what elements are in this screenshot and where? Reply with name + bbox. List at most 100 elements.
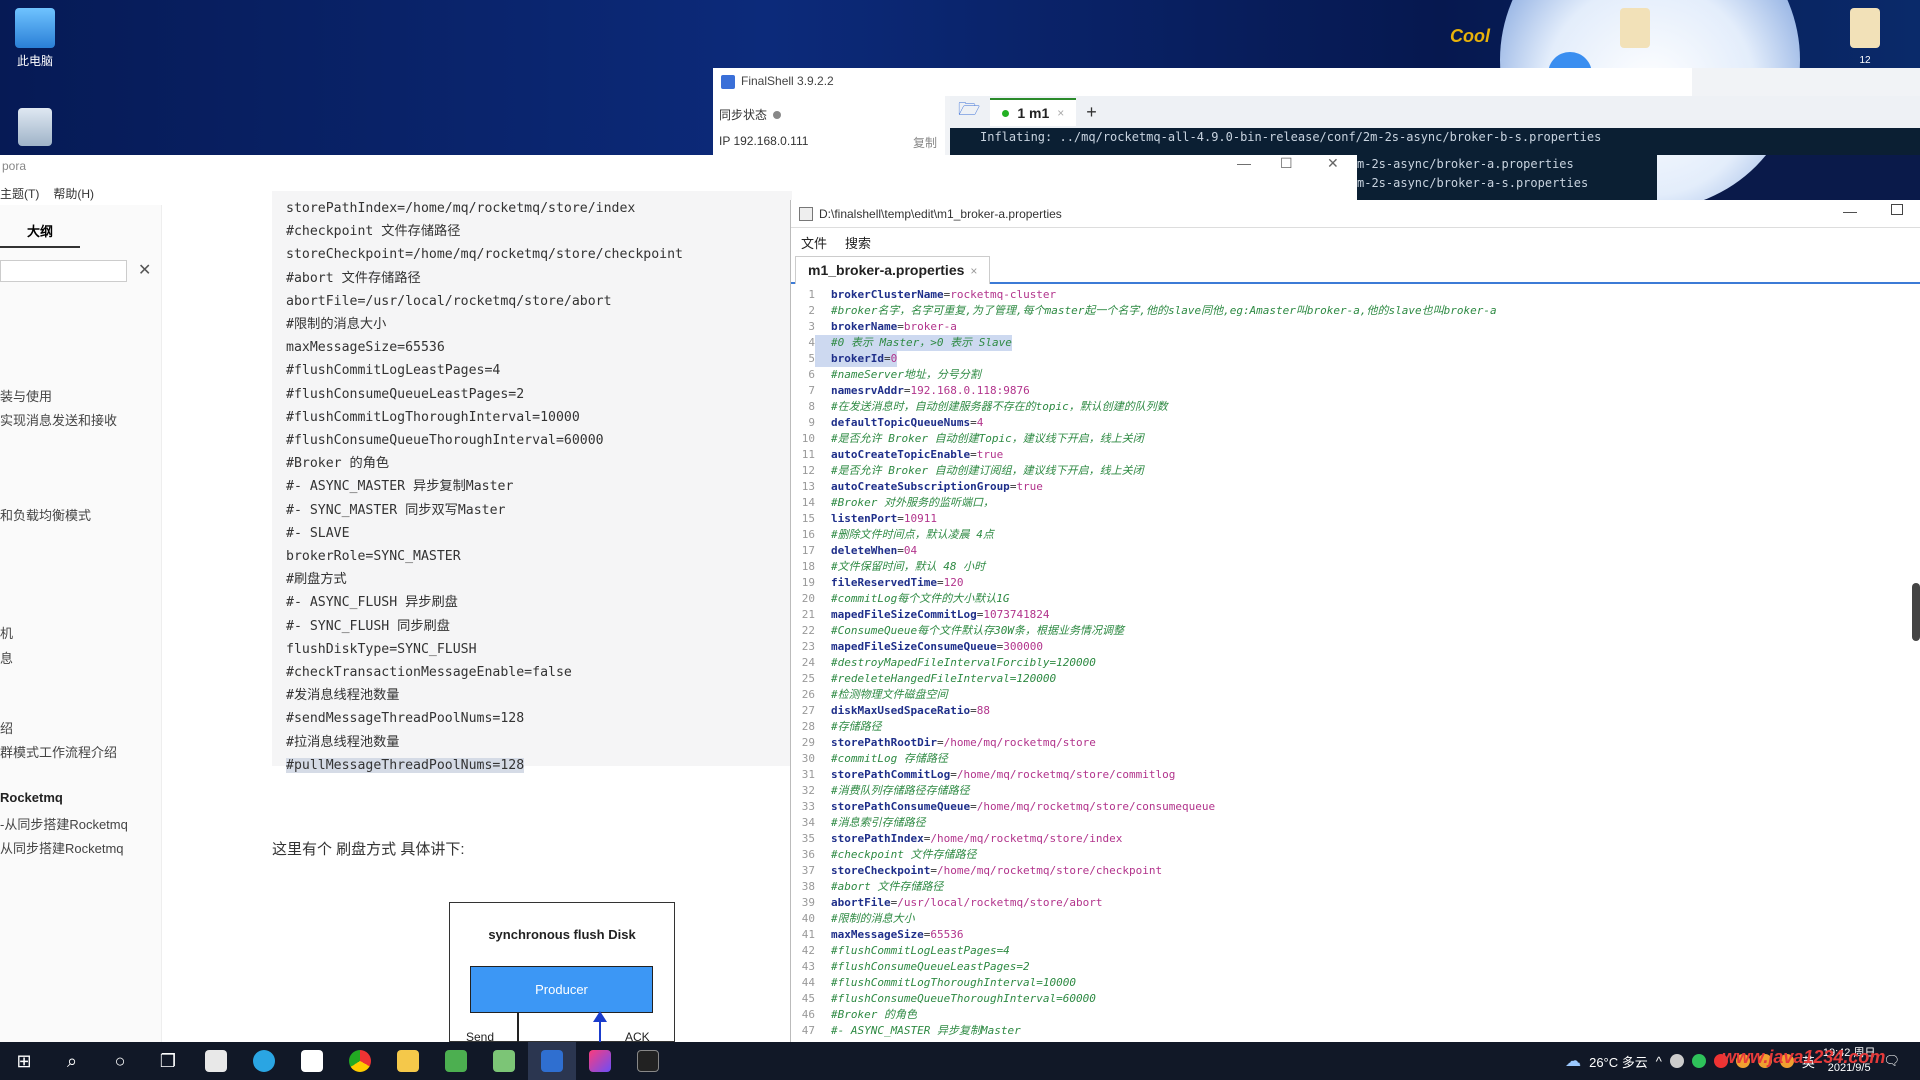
editor-scrollbar[interactable]: [1912, 583, 1920, 641]
property-value: 10911: [903, 512, 937, 525]
property-value: /usr/local/rocketmq/store/abort: [897, 896, 1103, 909]
editor-tab-file[interactable]: m1_broker-a.properties ×: [795, 256, 991, 284]
property-key: abortFile: [831, 896, 891, 909]
taskbar-app-chrome[interactable]: [336, 1042, 384, 1080]
code-block[interactable]: storePathIndex=/home/mq/rocketmq/store/i…: [272, 191, 792, 773]
desktop-icon-this-pc[interactable]: 此电脑: [0, 8, 70, 69]
comment-text: #消费队列存储路径存储路径: [831, 784, 970, 797]
taskbar-app-explorer[interactable]: [384, 1042, 432, 1080]
chevron-up-icon[interactable]: ^: [1656, 1054, 1662, 1069]
taskbar-app-finalshell[interactable]: [528, 1042, 576, 1080]
desktop-icon-recycle-bin[interactable]: [0, 108, 70, 150]
line-content: #Broker 的角色: [815, 1007, 917, 1023]
maximize-button[interactable]: ☐: [1280, 155, 1293, 172]
close-icon[interactable]: ×: [1057, 106, 1064, 120]
outline-item[interactable]: 息: [0, 648, 13, 667]
code-line: #- ASYNC_FLUSH 异步刷盘: [286, 595, 458, 611]
editor-line: 7 namesrvAddr=192.168.0.118:9876: [791, 383, 1901, 399]
file-icon: [799, 207, 813, 221]
comment-text: #checkpoint 文件存储路径: [831, 848, 977, 861]
maximize-button[interactable]: [1891, 204, 1903, 215]
property-value: 1073741824: [983, 608, 1050, 621]
tray-icon[interactable]: [1669, 1054, 1684, 1068]
taskbar-app-edge[interactable]: [240, 1042, 288, 1080]
line-content: #0 表示 Master，>0 表示 Slave: [815, 335, 1012, 351]
taskbar-app-6[interactable]: [480, 1042, 528, 1080]
taskbar-app-typora[interactable]: [288, 1042, 336, 1080]
terminal-output-top[interactable]: Inflating: ../mq/rocketmq-all-4.9.0-bin-…: [950, 128, 1920, 155]
close-icon[interactable]: ×: [970, 264, 977, 278]
line-number: 9: [808, 416, 815, 429]
desktop-icon-folder[interactable]: [1595, 8, 1675, 52]
comment-text: #检测物理文件磁盘空间: [831, 688, 948, 701]
ip-address: IP 192.168.0.111: [719, 134, 809, 148]
session-tab-m1[interactable]: 1 m1 ×: [990, 98, 1077, 126]
editor-line: 26 #检测物理文件磁盘空间: [791, 687, 1901, 703]
tab-outline[interactable]: 大纲: [0, 221, 80, 248]
start-button[interactable]: ⊞: [0, 1042, 48, 1080]
desktop-icon-label: 12: [1859, 55, 1871, 66]
weather[interactable]: 26°C 多云: [1589, 1052, 1648, 1071]
line-number: 13: [801, 480, 815, 493]
outline-search-input[interactable]: [0, 260, 127, 282]
wechat-icon[interactable]: [1691, 1054, 1706, 1068]
terminal-output-right[interactable]: m-2s-async/broker-a.properties m-2s-asyn…: [1357, 155, 1657, 200]
equals-sign: =: [970, 448, 977, 461]
editor-line: 13 autoCreateSubscriptionGroup=true: [791, 479, 1901, 495]
outline-item[interactable]: 绍: [0, 718, 13, 737]
notification-icon[interactable]: 🗨: [1883, 1053, 1900, 1069]
outline-item[interactable]: 机: [0, 623, 13, 642]
editor-line: 27 diskMaxUsedSpaceRatio=88: [791, 703, 1901, 719]
task-view-icon[interactable]: ❐: [144, 1042, 192, 1080]
equals-sign: =: [970, 416, 977, 429]
line-number: 2: [808, 304, 815, 317]
line-number: 32: [801, 784, 815, 797]
property-key: maxMessageSize: [831, 928, 924, 941]
outline-item[interactable]: 和负载均衡模式: [0, 505, 91, 524]
folder-open-icon[interactable]: 🗁: [958, 97, 980, 127]
property-key: namesrvAddr: [831, 384, 904, 397]
menu-search[interactable]: 搜索: [845, 233, 871, 252]
desktop-icon-folder-2[interactable]: 12: [1830, 8, 1900, 66]
line-content: storePathIndex=/home/mq/rocketmq/store/i…: [815, 831, 1122, 847]
taskbar-app-1[interactable]: [192, 1042, 240, 1080]
property-key: storePathConsumeQueue: [831, 800, 971, 813]
close-button[interactable]: ✕: [1327, 155, 1339, 172]
editor-line: 44 #flushCommitLogThoroughInterval=10000: [791, 975, 1901, 991]
outline-item[interactable]: 从同步搭建Rocketmq: [0, 838, 124, 857]
cool-sticker: Cool: [1450, 26, 1490, 46]
editor-line: 16 #删除文件时间点，默认凌晨 4点: [791, 527, 1901, 543]
line-content: storePathCommitLog=/home/mq/rocketmq/sto…: [815, 767, 1175, 783]
notepad-icon: [445, 1050, 467, 1072]
menu-theme[interactable]: 主题(T): [0, 185, 39, 202]
minimize-button[interactable]: —: [1843, 203, 1857, 219]
code-line: abortFile=/usr/local/rocketmq/store/abor…: [286, 293, 612, 309]
close-icon[interactable]: ✕: [138, 260, 151, 280]
cortana-icon[interactable]: ○: [96, 1042, 144, 1080]
outline-item[interactable]: Rocketmq: [0, 790, 63, 805]
add-tab-button[interactable]: +: [1086, 102, 1097, 123]
line-number: 27: [801, 704, 815, 717]
copy-ip-button[interactable]: 复制: [913, 134, 937, 151]
search-icon[interactable]: ⌕: [48, 1042, 96, 1080]
outline-sidebar: 大纲 ✕ 装与使用实现消息发送和接收 和负载均衡模式机息绍群模式工作流程介绍 Roc…: [0, 205, 162, 1042]
line-content: brokerClusterName=rocketmq-cluster: [815, 287, 1056, 303]
taskbar-app-notepad[interactable]: [432, 1042, 480, 1080]
outline-item[interactable]: -从同步搭建Rocketmq: [0, 814, 128, 833]
menu-help[interactable]: 帮助(H): [53, 185, 94, 202]
taskbar-app-terminal[interactable]: [624, 1042, 672, 1080]
line-content: #flushConsumeQueueThoroughInterval=60000: [815, 991, 1096, 1007]
taskbar-app-idea[interactable]: [576, 1042, 624, 1080]
property-key: autoCreateTopicEnable: [831, 448, 971, 461]
line-number: 41: [801, 928, 815, 941]
editor-content[interactable]: 1 brokerClusterName=rocketmq-cluster 2 #bro…: [791, 287, 1901, 1039]
outline-item[interactable]: 装与使用: [0, 386, 52, 405]
line-content: mapedFileSizeCommitLog=1073741824: [815, 607, 1050, 623]
outline-item[interactable]: 实现消息发送和接收: [0, 410, 117, 429]
menu-file[interactable]: 文件: [801, 233, 827, 252]
minimize-button[interactable]: —: [1237, 155, 1251, 171]
comment-text: #是否允许 Broker 自动创建订阅组，建议线下开启，线上关闭: [831, 464, 1144, 477]
line-number: 34: [801, 816, 815, 829]
outline-item[interactable]: 群模式工作流程介绍: [0, 742, 117, 761]
line-content: #redeleteHangedFileInterval=120000: [815, 671, 1056, 687]
